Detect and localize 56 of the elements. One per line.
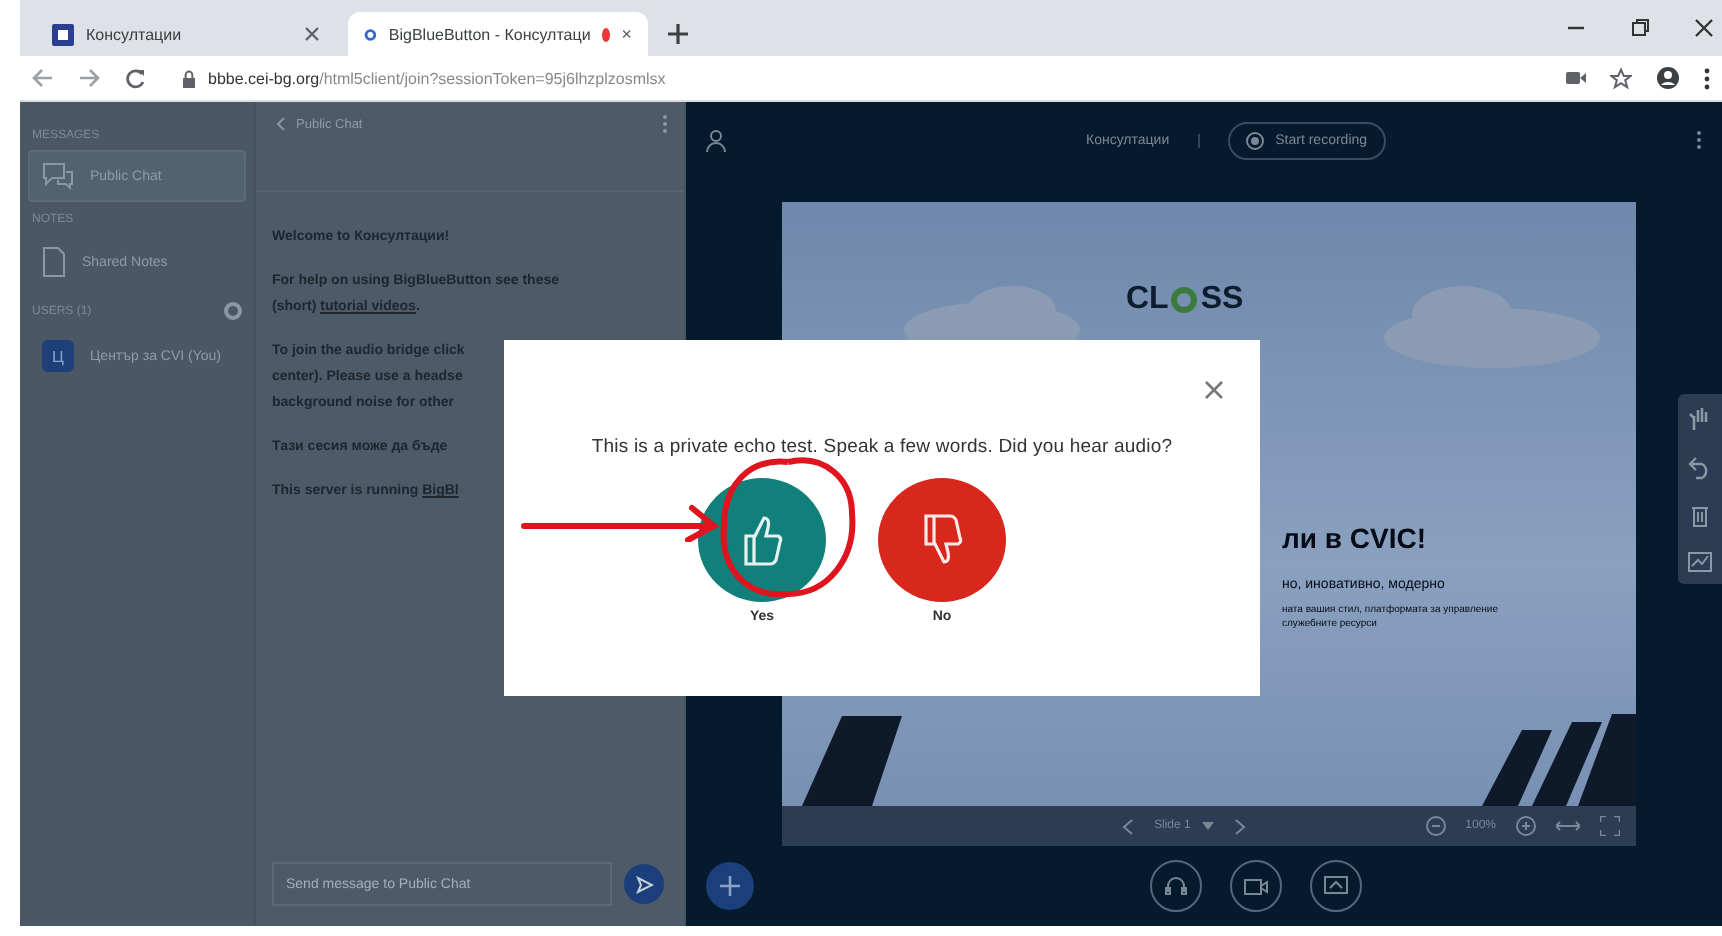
user-icon[interactable]	[706, 129, 726, 151]
fullscreen-icon[interactable]	[1600, 816, 1620, 836]
screen-share-button[interactable]	[1310, 860, 1362, 912]
user-avatar: Ц	[42, 340, 74, 372]
camera-icon[interactable]	[1566, 70, 1586, 86]
url-field[interactable]: bbbe.cei-bg.org/html5client/join?sessionToken=95j6lhzplzosmlsx	[170, 60, 1542, 96]
ring-icon	[1170, 286, 1199, 314]
close-icon[interactable]	[622, 26, 632, 42]
thumbs-down-icon	[918, 512, 966, 568]
slide-heading: ли в CVIC!	[1282, 522, 1428, 554]
chevron-left-icon	[276, 116, 286, 132]
app-favicon-icon	[52, 23, 74, 45]
fit-width-icon[interactable]	[1556, 820, 1580, 832]
globe-favicon-icon	[364, 23, 377, 45]
actions-button[interactable]	[706, 862, 754, 910]
camera-icon	[1244, 877, 1268, 895]
logo-text: SS	[1200, 282, 1244, 318]
undo-icon[interactable]	[1688, 456, 1712, 480]
browser-tab[interactable]: Консултации	[36, 12, 336, 56]
record-icon	[1245, 131, 1264, 149]
mute-button[interactable]	[1150, 860, 1202, 912]
chat-bubbles-icon	[42, 162, 74, 190]
tab-title: BigBlueButton - Консултаци	[388, 25, 591, 43]
tab-title: Консултации	[86, 25, 184, 43]
reload-icon[interactable]	[124, 67, 146, 89]
trash-icon[interactable]	[1690, 504, 1710, 528]
chart-icon[interactable]	[1688, 552, 1712, 572]
close-icon[interactable]	[1204, 380, 1224, 400]
camera-button[interactable]	[1230, 860, 1282, 912]
star-icon[interactable]	[1610, 67, 1632, 89]
settings-icon[interactable]	[224, 302, 242, 320]
send-icon	[635, 875, 653, 893]
forward-arrow-icon[interactable]	[78, 68, 100, 88]
zoom-in-icon[interactable]	[1516, 816, 1536, 836]
chevron-right-icon[interactable]	[1234, 817, 1247, 835]
close-icon[interactable]	[304, 26, 320, 42]
notes-icon	[42, 246, 66, 278]
browser-tab[interactable]: BigBlueButton - Консултаци	[348, 12, 648, 56]
restore-icon[interactable]	[1630, 18, 1650, 38]
url-text: bbbe.cei-bg.org/html5client/join?sessionToken=95j6lhzplzosmlsx	[208, 69, 666, 87]
new-tab-icon[interactable]	[668, 24, 688, 44]
plus-icon	[720, 876, 740, 896]
logo-text: CL	[1126, 282, 1169, 318]
send-button[interactable]	[624, 864, 664, 904]
lock-icon	[182, 69, 196, 87]
headset-icon	[1164, 874, 1188, 898]
thumbs-up-icon	[738, 512, 786, 568]
close-icon[interactable]	[1694, 18, 1714, 38]
dialog-message: This is a private echo test. Speak a few words. Did you hear audio?	[591, 436, 1173, 458]
account-icon[interactable]	[1656, 66, 1680, 90]
screen-share-icon	[1324, 876, 1348, 896]
zoom-out-icon[interactable]	[1425, 816, 1446, 836]
more-vertical-icon[interactable]	[1704, 67, 1710, 89]
back-arrow-icon[interactable]	[32, 68, 54, 88]
chevron-left-icon[interactable]	[1122, 817, 1134, 835]
caret-icon	[1202, 822, 1215, 830]
